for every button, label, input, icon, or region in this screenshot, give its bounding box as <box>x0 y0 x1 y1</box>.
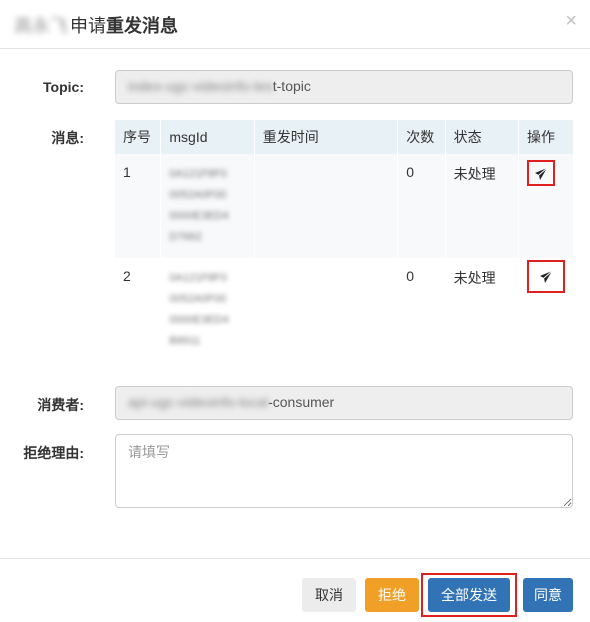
col-header-action: 操作 <box>518 120 573 154</box>
send-icon <box>539 270 553 284</box>
cancel-button[interactable]: 取消 <box>302 578 356 612</box>
row-action <box>518 258 573 362</box>
table-row: 2 0A121F8F0 0052A0F00 0000E3ED4 B8911 0 未处理 <box>115 258 573 362</box>
reason-textarea[interactable] <box>115 434 573 508</box>
messages-label: 消息: <box>51 130 84 146</box>
table-header-row: 序号 msgId 重发时间 次数 状态 操作 <box>115 120 573 154</box>
applicant-name: 高永飞 <box>14 16 68 36</box>
dialog-header: 高永飞 申请重发消息 × <box>0 0 590 49</box>
row-index: 1 <box>115 154 162 258</box>
col-header-count: 次数 <box>397 120 446 154</box>
topic-value: t-topic <box>272 78 311 94</box>
messages-table: 序号 msgId 重发时间 次数 状态 操作 1 0A121F8F0 0052A0… <box>115 120 573 362</box>
send-all-button[interactable]: 全部发送 <box>428 578 510 612</box>
col-header-resend-time: 重发时间 <box>254 120 399 154</box>
row-msgid: 0A121F8F0 0052A0F00 0000E3ED4 B8911 <box>160 258 255 362</box>
close-icon[interactable]: × <box>565 10 577 33</box>
topic-field: index-ugc-videoinfo-test-topic <box>115 70 573 104</box>
topic-value-masked: index-ugc-videoinfo-tes <box>128 78 273 94</box>
col-header-index: 序号 <box>115 120 162 154</box>
topic-label: Topic: <box>43 79 84 95</box>
consumer-value: -consumer <box>268 394 335 410</box>
send-button[interactable] <box>526 260 565 293</box>
row-count: 0 <box>397 258 446 362</box>
table-row: 1 0A121F8F0 0052A0F00 0000E3ED4 D7662 0 未处理 <box>115 154 573 258</box>
col-header-status: 状态 <box>445 120 519 154</box>
dialog-title: 高永飞 申请重发消息 <box>14 12 178 38</box>
row-msgid: 0A121F8F0 0052A0F00 0000E3ED4 D7662 <box>160 154 255 258</box>
row-action <box>518 154 573 258</box>
send-icon <box>534 167 548 181</box>
agree-button[interactable]: 同意 <box>523 578 573 612</box>
row-status: 未处理 <box>445 258 519 362</box>
consumer-value-masked: api-ugc-videoinfo-local <box>128 394 269 410</box>
row-status: 未处理 <box>445 154 519 258</box>
resend-dialog: 高永飞 申请重发消息 × Topic: index-ugc-videoinfo-t… <box>0 0 590 621</box>
msgid-masked: 0A121F8F0 0052A0F00 0000E3ED4 B8911 <box>169 272 229 347</box>
reason-label: 拒绝理由: <box>23 445 84 461</box>
row-resend-time <box>254 258 399 362</box>
col-header-msgid: msgId <box>160 120 255 154</box>
title-prefix: 申请 <box>70 16 106 36</box>
consumer-field: api-ugc-videoinfo-local-consumer <box>115 386 573 420</box>
row-index: 2 <box>115 258 162 362</box>
consumer-label: 消费者: <box>37 397 84 413</box>
reject-button[interactable]: 拒绝 <box>365 578 419 612</box>
row-resend-time <box>254 154 399 258</box>
send-button[interactable] <box>526 160 555 186</box>
msgid-masked: 0A121F8F0 0052A0F00 0000E3ED4 D7662 <box>169 168 229 243</box>
row-count: 0 <box>397 154 446 258</box>
title-bold: 重发消息 <box>106 16 178 36</box>
